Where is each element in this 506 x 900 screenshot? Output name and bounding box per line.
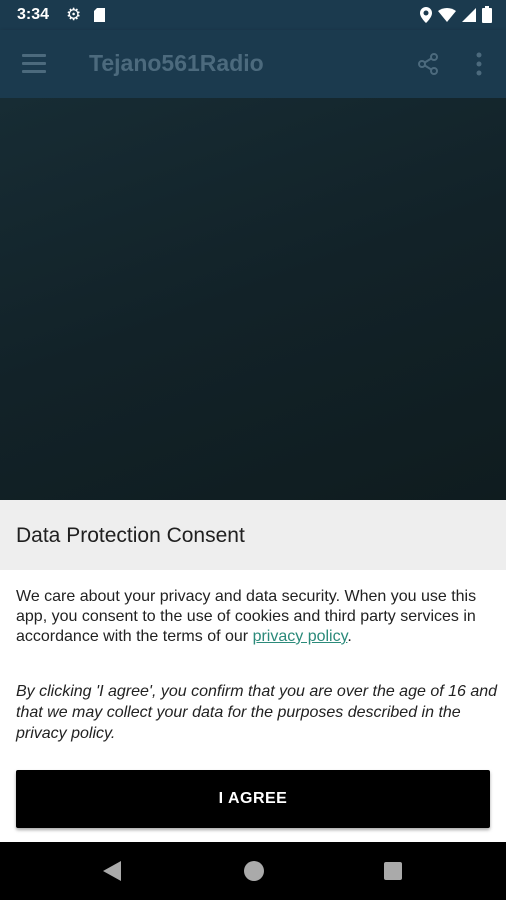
dialog-body-end: . — [347, 628, 352, 645]
status-bar: 3:34 ⚙ — [0, 0, 506, 30]
wifi-icon — [438, 7, 456, 22]
location-icon — [420, 6, 432, 23]
recents-icon[interactable] — [384, 862, 402, 880]
more-vert-icon[interactable] — [470, 50, 488, 78]
menu-icon[interactable] — [22, 54, 48, 74]
app-title: Tejano561Radio — [89, 50, 264, 76]
privacy-policy-link[interactable]: privacy policy — [253, 628, 348, 645]
dialog-body-text: We care about your privacy and data secu… — [16, 588, 477, 645]
share-icon[interactable] — [416, 52, 440, 76]
dialog-title: Data Protection Consent — [16, 524, 245, 547]
status-icons — [420, 6, 492, 23]
sd-card-icon — [94, 8, 105, 22]
player-background — [0, 98, 506, 500]
consent-dialog: Data Protection Consent We care about yo… — [0, 500, 506, 842]
signal-icon — [462, 7, 476, 22]
status-time: 3:34 — [17, 6, 50, 23]
navigation-bar — [0, 842, 506, 900]
battery-icon — [482, 6, 492, 23]
dialog-body: We care about your privacy and data secu… — [16, 587, 496, 647]
dialog-header: Data Protection Consent — [0, 500, 506, 570]
back-icon[interactable] — [103, 861, 121, 881]
gear-icon: ⚙ — [66, 5, 82, 24]
app-bar: Tejano561Radio — [0, 30, 506, 98]
agree-button[interactable]: I AGREE — [16, 770, 490, 828]
home-icon[interactable] — [244, 861, 264, 881]
age-confirmation-note: By clicking 'I agree', you confirm that … — [16, 683, 498, 742]
